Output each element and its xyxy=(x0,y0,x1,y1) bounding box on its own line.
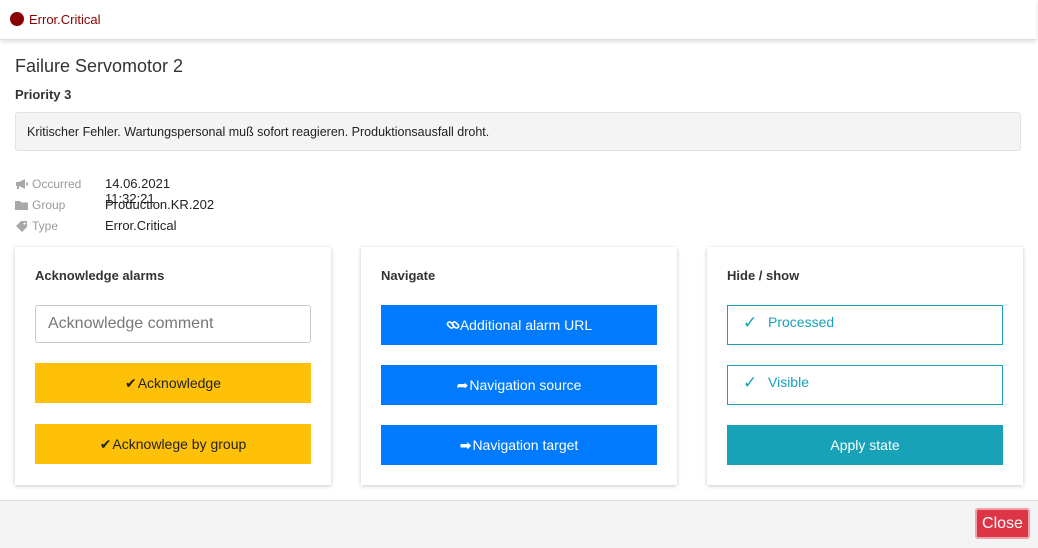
processed-toggle[interactable]: ✓ Processed xyxy=(727,305,1003,345)
acknowledge-button[interactable]: ✔ Acknowledge xyxy=(35,363,311,403)
acknowledge-card-title: Acknowledge alarms xyxy=(35,268,165,283)
share-arrow-icon: ➦ xyxy=(456,376,469,393)
acknowledge-by-group-label: Acknowlege by group xyxy=(112,436,247,452)
visible-label: Visible xyxy=(768,374,809,390)
alarm-priority: Priority 3 xyxy=(15,87,72,102)
apply-state-button[interactable]: Apply state xyxy=(727,425,1003,465)
detail-label: Occurred xyxy=(32,177,82,191)
processed-label: Processed xyxy=(768,314,835,330)
alarm-title: Failure Servomotor 2 xyxy=(15,56,184,76)
acknowledge-card: Acknowledge alarms ✔ Acknowledge ✔ Ackno… xyxy=(15,247,331,485)
hide-show-card: Hide / show ✓ Processed ✓ Visible Apply … xyxy=(707,247,1023,485)
severity-label: Error.Critical xyxy=(29,12,101,27)
acknowledge-comment-input[interactable] xyxy=(35,305,311,343)
close-button-label: Close xyxy=(982,514,1023,532)
visible-toggle[interactable]: ✓ Visible xyxy=(727,365,1003,405)
navigation-source-button[interactable]: ➦ Navigation source xyxy=(381,365,657,405)
navigation-target-button[interactable]: ➡ Navigation target xyxy=(381,425,657,465)
alarm-message: Kritischer Fehler. Wartungspersonal muß … xyxy=(15,112,1021,151)
folder-icon xyxy=(15,201,28,210)
detail-label: Type xyxy=(32,219,59,233)
severity-dot-icon xyxy=(10,12,24,26)
bullhorn-icon xyxy=(16,179,28,189)
detail-value: Error.Critical xyxy=(105,218,177,233)
check-icon: ✓ xyxy=(743,313,758,332)
navigation-target-label: Navigation target xyxy=(472,437,579,453)
arrow-right-icon: ➡ xyxy=(459,436,472,453)
acknowledge-button-label: Acknowledge xyxy=(137,375,221,391)
navigate-card: Navigate Additional alarm URL ➦ Navigati… xyxy=(361,247,677,485)
tag-icon xyxy=(16,221,27,232)
check-icon: ✓ xyxy=(743,373,758,392)
navigation-source-label: Navigation source xyxy=(469,377,582,393)
additional-alarm-url-button[interactable]: Additional alarm URL xyxy=(381,305,657,345)
alarm-header-bar: Error.Critical xyxy=(0,0,1036,40)
acknowledge-by-group-button[interactable]: ✔ Acknowlege by group xyxy=(35,424,311,464)
hide-show-card-title: Hide / show xyxy=(727,268,800,283)
additional-alarm-url-label: Additional alarm URL xyxy=(459,317,593,333)
navigate-card-title: Navigate xyxy=(381,268,436,283)
dialog-footer xyxy=(0,500,1038,548)
close-button[interactable]: Close xyxy=(975,508,1030,539)
check-icon: ✔ xyxy=(99,435,112,452)
detail-value: Production.KR.202 xyxy=(105,197,215,212)
check-icon: ✔ xyxy=(124,374,137,391)
apply-state-label: Apply state xyxy=(830,437,900,453)
detail-label: Group xyxy=(32,198,66,212)
link-icon xyxy=(446,321,460,329)
